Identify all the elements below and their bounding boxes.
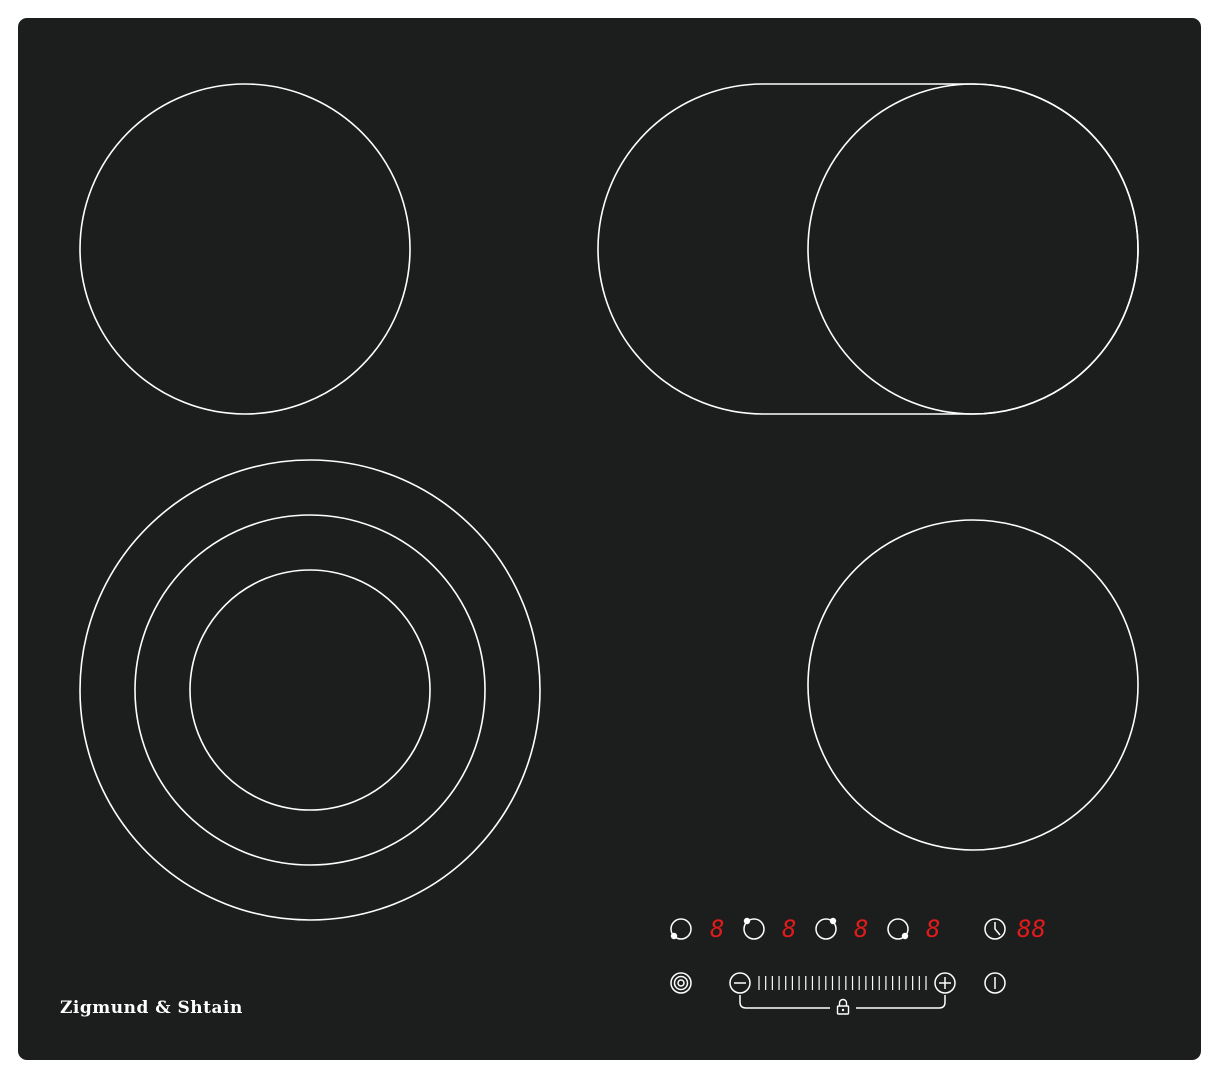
minus-button[interactable] — [729, 972, 751, 994]
zone-front-left-display: 8 — [710, 915, 724, 943]
zone-rear-right-display: 8 — [854, 915, 868, 943]
power-button[interactable] — [984, 972, 1006, 994]
timer-button[interactable] — [984, 918, 1006, 940]
hob-drawing: 8 8 8 8 88 — [79, 83, 1139, 1015]
zone-rear-right-button[interactable] — [815, 917, 837, 940]
multi-zone-button[interactable] — [670, 972, 692, 994]
zone-rear-left — [79, 83, 411, 415]
lock-bracket-right — [856, 995, 946, 1009]
zone-rear-right — [807, 83, 1139, 415]
zone-front-left-middle — [134, 514, 486, 866]
zone-front-left-inner — [189, 569, 431, 811]
zone-rear-left-button[interactable] — [743, 917, 765, 940]
zone-front-right — [807, 519, 1139, 851]
lock-bracket-left — [739, 995, 830, 1009]
timer-display: 88 — [1017, 915, 1046, 943]
lock-icon — [836, 998, 850, 1015]
lock-button[interactable] — [836, 998, 850, 1015]
zone-front-left-outer — [79, 459, 541, 921]
brand-logo: Zigmund & Shtain — [60, 998, 243, 1018]
zone-rear-left-display: 8 — [782, 915, 796, 943]
zone-front-right-display: 8 — [926, 915, 940, 943]
zone-front-right-button[interactable] — [887, 918, 909, 940]
zone-front-left-button[interactable] — [670, 918, 692, 940]
zone-rear-right-extension — [597, 83, 1139, 415]
power-slider[interactable] — [758, 976, 927, 990]
plus-button[interactable] — [934, 972, 956, 994]
